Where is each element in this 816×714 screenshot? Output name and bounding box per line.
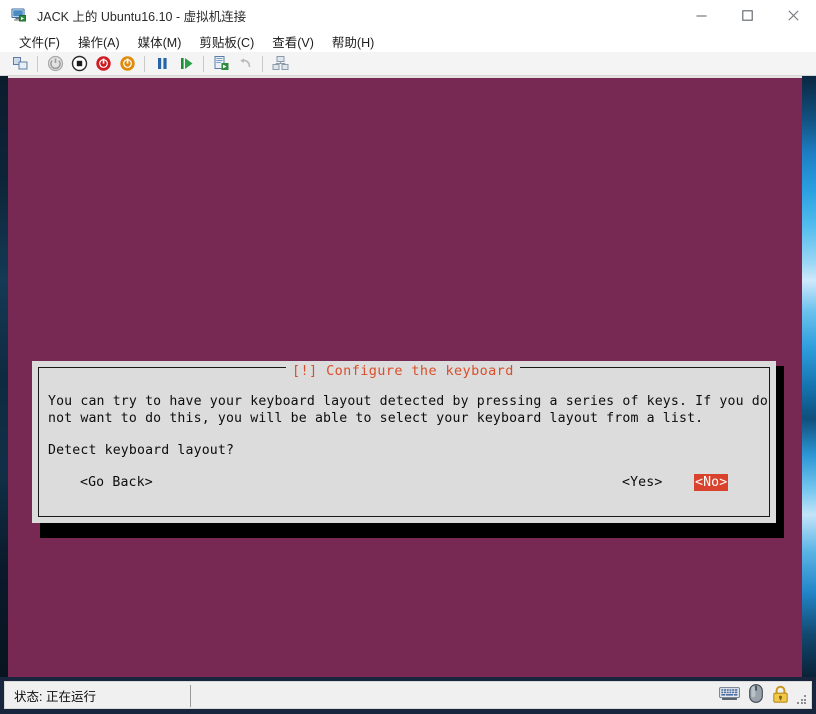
dialog-body-line1: You can try to have your keyboard layout… [48,394,768,409]
dialog-body-text: You can try to have your keyboard layout… [48,394,768,427]
turn-off-icon[interactable] [67,53,91,75]
configure-keyboard-dialog [32,361,776,523]
go-back-button[interactable]: <Go Back> [80,474,153,491]
menu-item-file[interactable]: 文件(F) [10,30,69,53]
dialog-body-line2: not want to do this, you will be able to… [48,410,704,426]
window-title: JACK 上的 Ubuntu16.10 - 虚拟机连接 [37,9,247,24]
ctrl-alt-delete-icon[interactable] [8,53,32,75]
yes-button[interactable]: <Yes> [622,474,662,491]
statusbar-panel: 状态: 正在运行 [4,681,812,709]
toolbar-separator [37,55,38,72]
vm-connection-icon [11,7,27,23]
revert-icon[interactable] [233,53,257,75]
hyperv-vm-connection-window: JACK 上的 Ubuntu16.10 - 虚拟机连接 文件(F) 操作(A) … [0,0,816,714]
status-text: 状态: 正在运行 [14,689,96,704]
no-button[interactable]: <No> [694,474,729,491]
pause-icon[interactable] [150,53,174,75]
menu-item-help[interactable]: 帮助(H) [323,30,383,53]
installer-top-strip [8,76,802,78]
toolbar-separator [203,55,204,72]
maximize-button[interactable] [724,0,770,30]
toolbar [0,52,816,76]
enhanced-session-icon[interactable] [268,53,292,75]
menu-item-action[interactable]: 操作(A) [69,30,129,53]
toolbar-separator [262,55,263,72]
toolbar-separator [144,55,145,72]
menu-item-view[interactable]: 查看(V) [263,30,323,53]
vm-guest-screen[interactable]: [!] Configure the keyboard You can try t… [0,76,816,677]
dialog-title: [!] Configure the keyboard [286,361,520,381]
statusbar-icons [719,682,789,710]
checkpoint-icon[interactable] [209,53,233,75]
desktop-edge-right [802,76,816,677]
start-icon[interactable] [43,53,67,75]
desktop-edge-left [0,76,8,677]
close-button[interactable] [770,0,816,30]
menu-item-media[interactable]: 媒体(M) [129,30,191,53]
save-state-icon[interactable] [115,53,139,75]
statusbar-divider [190,685,191,707]
window-titlebar: JACK 上的 Ubuntu16.10 - 虚拟机连接 [0,0,816,30]
resize-grip[interactable] [797,695,806,704]
dialog-inner-border [38,367,770,517]
keyboard-icon [719,686,740,706]
minimize-button[interactable] [678,0,724,30]
menubar: 文件(F) 操作(A) 媒体(M) 剪贴板(C) 查看(V) 帮助(H) [0,30,816,52]
statusbar: 状态: 正在运行 [0,677,816,714]
window-controls [678,0,816,30]
mouse-icon [749,684,763,708]
dialog-question: Detect keyboard layout? [48,443,235,458]
lock-icon [772,685,789,708]
resume-icon[interactable] [174,53,198,75]
shut-down-icon[interactable] [91,53,115,75]
menu-item-clipboard[interactable]: 剪贴板(C) [190,30,263,53]
